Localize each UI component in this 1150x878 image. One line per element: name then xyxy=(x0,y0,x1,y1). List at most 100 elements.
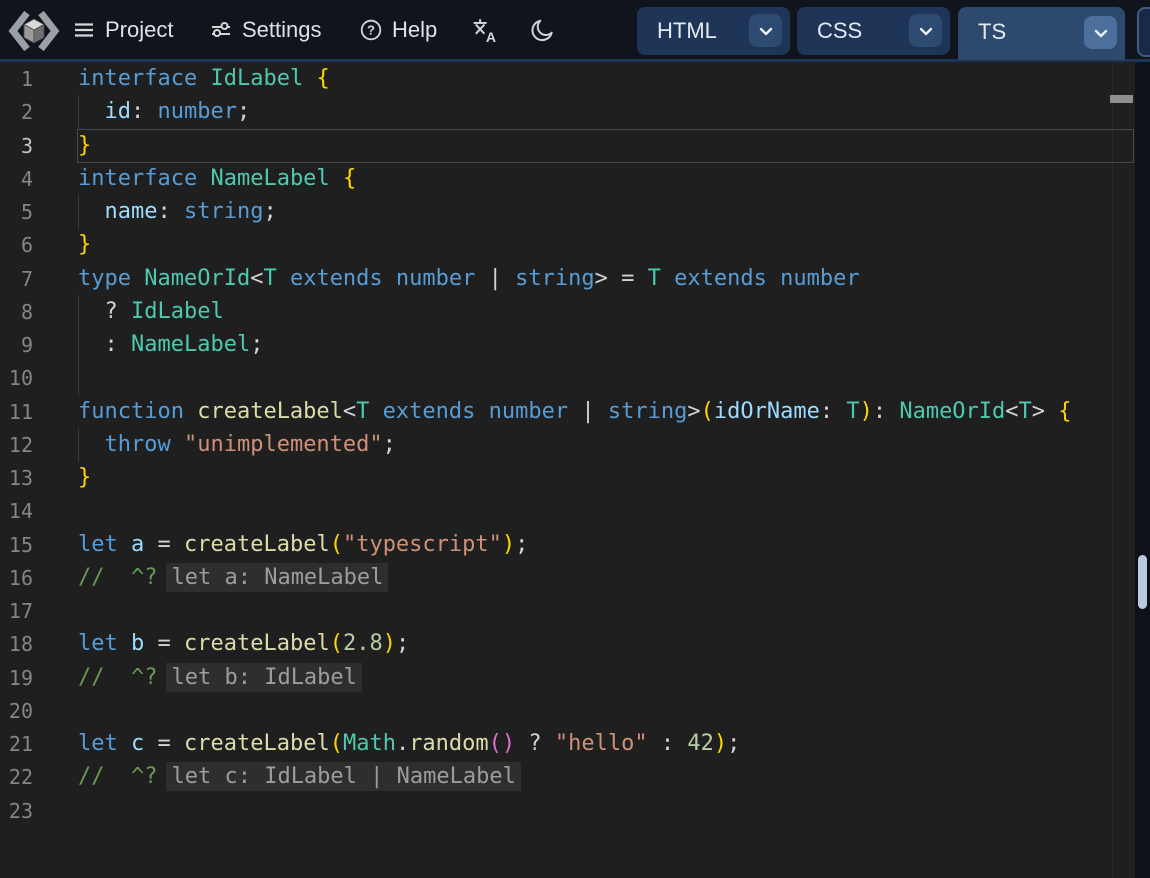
code-line: 17 xyxy=(0,594,1135,628)
line-number: 6 xyxy=(0,228,33,262)
tab-css[interactable]: CSS xyxy=(797,7,950,55)
line-number: 1 xyxy=(0,62,33,96)
line-number: 23 xyxy=(0,794,33,828)
svg-text:?: ? xyxy=(367,22,375,37)
tab-html[interactable]: HTML xyxy=(637,7,790,55)
tab-html-label: HTML xyxy=(657,7,717,55)
code-line: 20 xyxy=(0,694,1135,728)
settings-menu-label: Settings xyxy=(242,17,322,43)
code-line: 1 interface IdLabel { xyxy=(0,62,1135,96)
tab-ts-active[interactable]: TS xyxy=(958,7,1125,60)
code-line: 4 interface NameLabel { xyxy=(0,162,1135,196)
line-number: 14 xyxy=(0,494,33,528)
line-number: 11 xyxy=(0,395,33,429)
code-text: // ^?let b: IdLabel xyxy=(78,661,362,695)
hamburger-icon xyxy=(72,18,96,42)
svg-text:A: A xyxy=(486,28,496,42)
code-text: throw "unimplemented"; xyxy=(78,428,396,462)
translate-button[interactable]: A xyxy=(472,0,498,59)
code-text: } xyxy=(78,129,91,163)
tab-ts-dropdown-button[interactable] xyxy=(1084,16,1117,49)
line-number: 10 xyxy=(0,361,33,395)
code-text: // ^?let a: NameLabel xyxy=(78,561,388,595)
code-line: 12 throw "unimplemented"; xyxy=(0,428,1135,462)
line-number: 15 xyxy=(0,528,33,562)
code-line: 16 // ^?let a: NameLabel xyxy=(0,561,1135,595)
code-line: 11function createLabel<T extends number … xyxy=(0,395,1135,429)
line-number: 7 xyxy=(0,262,33,296)
code-text: // ^?let c: IdLabel | NameLabel xyxy=(78,760,521,794)
code-line: 2 id: number; xyxy=(0,95,1135,129)
code-text: ? IdLabel xyxy=(78,295,224,329)
line-number: 3 xyxy=(0,129,33,163)
chevron-down-icon xyxy=(756,21,776,41)
code-editor[interactable]: 1interface IdLabel {2 id: number;3}4inte… xyxy=(0,62,1150,878)
line-number: 22 xyxy=(0,760,33,794)
project-menu-label: Project xyxy=(105,17,173,43)
partial-tab[interactable] xyxy=(1137,7,1150,57)
project-menu-button[interactable]: Project xyxy=(72,0,173,59)
code-text: interface NameLabel { xyxy=(78,162,356,196)
twoslash-query-result: let c: IdLabel | NameLabel xyxy=(166,762,520,791)
code-cube-logo xyxy=(7,8,61,54)
line-number: 17 xyxy=(0,594,33,628)
code-text: : NameLabel; xyxy=(78,328,263,362)
code-line: 22 // ^?let c: IdLabel | NameLabel xyxy=(0,760,1135,794)
code-text: id: number; xyxy=(78,95,250,129)
line-number: 13 xyxy=(0,461,33,495)
tab-ts-label: TS xyxy=(978,7,1006,57)
typescript-playground: { "header": { "logo_icon": "code-cube-lo… xyxy=(0,0,1150,878)
theme-toggle-button[interactable] xyxy=(530,0,556,59)
help-circle-icon: ? xyxy=(359,18,383,42)
code-line: 7 type NameOrId<T extends number | string… xyxy=(0,262,1135,296)
line-number: 8 xyxy=(0,295,33,329)
tab-css-label: CSS xyxy=(817,7,862,55)
code-line: 3} xyxy=(0,129,1135,163)
tab-css-dropdown-button[interactable] xyxy=(909,14,942,47)
line-number: 4 xyxy=(0,162,33,196)
code-text: let b = createLabel(2.8); xyxy=(78,627,409,661)
settings-menu-button[interactable]: Settings xyxy=(209,0,322,59)
code-line: 5 name: string; xyxy=(0,195,1135,229)
code-text: let a = createLabel("typescript"); xyxy=(78,528,528,562)
twoslash-query-result: let b: IdLabel xyxy=(166,663,361,692)
twoslash-query-result: let a: NameLabel xyxy=(166,563,388,592)
sliders-icon xyxy=(209,18,233,42)
code-text: let c = createLabel(Math.random() ? "hel… xyxy=(78,727,740,761)
page-scrollbar-thumb[interactable] xyxy=(1138,555,1147,609)
code-text: interface IdLabel { xyxy=(78,62,330,96)
tab-html-dropdown-button[interactable] xyxy=(749,14,782,47)
toolbar: Project Settings ? Help xyxy=(0,0,1150,62)
code-text: } xyxy=(78,461,91,495)
code-line: 18 let b = createLabel(2.8); xyxy=(0,627,1135,661)
code-line: 14 xyxy=(0,494,1135,528)
translate-icon: A xyxy=(472,17,498,43)
line-number: 16 xyxy=(0,561,33,595)
code-text: type NameOrId<T extends number | string>… xyxy=(78,262,860,296)
line-number: 9 xyxy=(0,328,33,362)
code-line: 9 : NameLabel; xyxy=(0,328,1135,362)
line-number: 12 xyxy=(0,428,33,462)
page-scrollbar xyxy=(1135,62,1150,878)
indent-guide xyxy=(78,361,79,395)
line-number: 5 xyxy=(0,195,33,229)
code-line: 23 xyxy=(0,794,1135,828)
code-line: 21 let c = createLabel(Math.random() ? "h… xyxy=(0,727,1135,761)
code-line: 8 ? IdLabel xyxy=(0,295,1135,329)
chevron-down-icon xyxy=(1091,23,1111,43)
line-number: 2 xyxy=(0,95,33,129)
help-menu-label: Help xyxy=(392,17,437,43)
line-number: 20 xyxy=(0,694,33,728)
code-text: name: string; xyxy=(78,195,277,229)
code-line: 19 // ^?let b: IdLabel xyxy=(0,661,1135,695)
chevron-down-icon xyxy=(916,21,936,41)
line-number: 19 xyxy=(0,661,33,695)
code-line: 13} xyxy=(0,461,1135,495)
help-menu-button[interactable]: ? Help xyxy=(359,0,437,59)
code-line: 6} xyxy=(0,228,1135,262)
line-number: 18 xyxy=(0,627,33,661)
code-text: } xyxy=(78,228,91,262)
code-line: 10 xyxy=(0,361,1135,395)
line-number: 21 xyxy=(0,727,33,761)
moon-icon xyxy=(530,17,556,43)
